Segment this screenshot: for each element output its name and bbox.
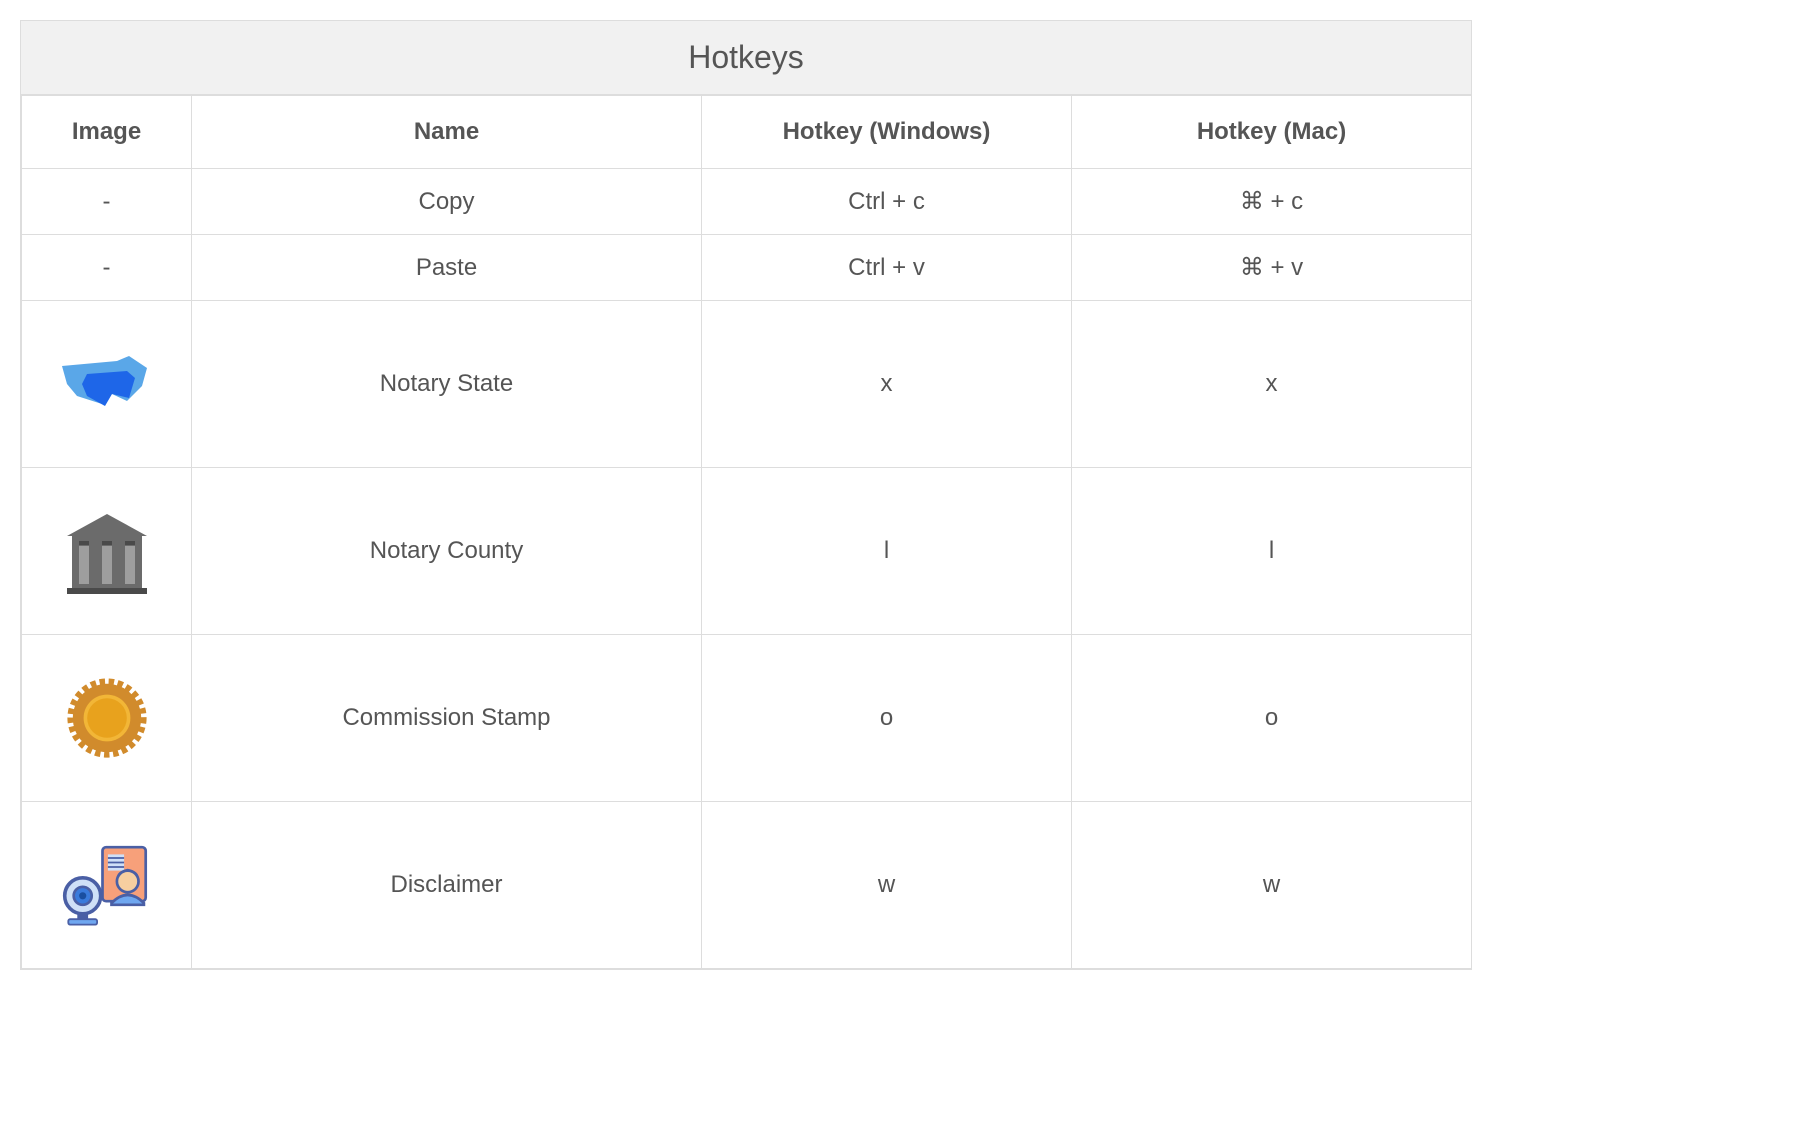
table-title: Hotkeys <box>21 21 1471 95</box>
cell-name: Commission Stamp <box>192 635 702 802</box>
cell-image <box>22 301 192 468</box>
cell-image <box>22 802 192 969</box>
table-row: Notary County l l <box>22 468 1472 635</box>
cell-hotkey-mac: ⌘ + v <box>1072 235 1472 301</box>
cell-hotkey-mac: o <box>1072 635 1472 802</box>
no-image-dash: - <box>103 188 111 215</box>
cell-hotkey-windows: Ctrl + v <box>702 235 1072 301</box>
cell-hotkey-windows: w <box>702 802 1072 969</box>
col-header-image: Image <box>22 96 192 169</box>
cell-hotkey-windows: Ctrl + c <box>702 169 1072 235</box>
cell-hotkey-windows: o <box>702 635 1072 802</box>
cell-hotkey-mac: w <box>1072 802 1472 969</box>
cell-hotkey-mac: x <box>1072 301 1472 468</box>
commission-stamp-icon <box>57 673 157 763</box>
cell-name: Notary County <box>192 468 702 635</box>
cell-name: Paste <box>192 235 702 301</box>
table-row: - Copy Ctrl + c ⌘ + c <box>22 169 1472 235</box>
no-image-dash: - <box>103 254 111 281</box>
disclaimer-icon <box>57 840 157 930</box>
table-row: Notary State x x <box>22 301 1472 468</box>
state-map-icon <box>57 341 157 421</box>
cell-name: Copy <box>192 169 702 235</box>
cell-image: - <box>22 235 192 301</box>
cell-hotkey-windows: x <box>702 301 1072 468</box>
cell-name: Disclaimer <box>192 802 702 969</box>
cell-image <box>22 635 192 802</box>
col-header-mac: Hotkey (Mac) <box>1072 96 1472 169</box>
table-row: - Paste Ctrl + v ⌘ + v <box>22 235 1472 301</box>
cell-hotkey-mac: ⌘ + c <box>1072 169 1472 235</box>
col-header-windows: Hotkey (Windows) <box>702 96 1072 169</box>
cell-hotkey-windows: l <box>702 468 1072 635</box>
county-building-icon <box>57 506 157 596</box>
cell-name: Notary State <box>192 301 702 468</box>
hotkeys-table: Hotkeys Image Name Hotkey (Windows) Hotk… <box>20 20 1472 970</box>
cell-hotkey-mac: l <box>1072 468 1472 635</box>
table-row: Disclaimer w w <box>22 802 1472 969</box>
cell-image <box>22 468 192 635</box>
table-row: Commission Stamp o o <box>22 635 1472 802</box>
table-header-row: Image Name Hotkey (Windows) Hotkey (Mac) <box>22 96 1472 169</box>
col-header-name: Name <box>192 96 702 169</box>
cell-image: - <box>22 169 192 235</box>
